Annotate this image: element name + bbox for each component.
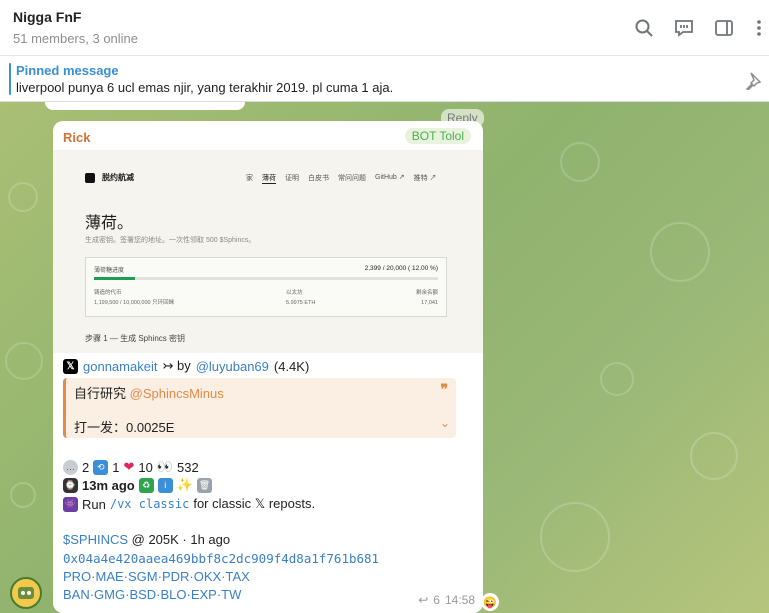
comment-count: 2 bbox=[82, 459, 90, 475]
quote-mention-link[interactable]: @SphincsMinus bbox=[130, 386, 224, 401]
sender-name[interactable]: Rick bbox=[63, 130, 90, 145]
site-step: 步骤 1 — 生成 Sphincs 密钥 bbox=[85, 334, 186, 343]
watch-icon: ⌚ bbox=[63, 477, 78, 493]
progress-label: 薄荷糖进度 bbox=[94, 268, 125, 274]
quote-text: 自行研究 bbox=[74, 386, 130, 401]
run-command[interactable]: /vx classic bbox=[110, 497, 189, 511]
doodle bbox=[560, 142, 600, 182]
unpin-icon[interactable] bbox=[743, 70, 763, 92]
sidebar-toggle-icon[interactable] bbox=[712, 16, 736, 40]
site-nav-item: 家 bbox=[246, 175, 253, 182]
doodle bbox=[8, 182, 38, 212]
tweet-by: ↣ by bbox=[162, 358, 191, 373]
progress-bar bbox=[94, 277, 438, 280]
sparkles-icon: ✨ bbox=[176, 477, 193, 492]
time-ago: 13m ago bbox=[82, 477, 135, 493]
like-count: 10 bbox=[138, 459, 153, 475]
quote-line-1: 自行研究 @SphincsMinus bbox=[74, 383, 224, 402]
message-meta: ↩ 6 14:58 bbox=[418, 593, 475, 607]
ticker-link[interactable]: $SPHINCS bbox=[63, 532, 128, 547]
eth-label: 以太坊 bbox=[286, 290, 303, 296]
site-brand: 脱约航减 bbox=[102, 173, 134, 182]
chat-header: Nigga FnF 51 members, 3 online bbox=[0, 0, 769, 56]
ticker-info: @ 205K · 1h ago bbox=[128, 532, 231, 547]
exchange-links-1[interactable]: PRO·MAE·SGM·PDR·OKX·TAX bbox=[63, 569, 250, 584]
remaining-label: 剩余名额 bbox=[415, 290, 438, 296]
site-nav-item: 薄荷 bbox=[262, 175, 276, 184]
pinned-text: liverpool punya 6 ucl emas njir, yang te… bbox=[16, 80, 394, 95]
quote-mark-icon: ❞ bbox=[440, 381, 448, 397]
repost-count: 1 bbox=[112, 459, 120, 475]
message-time: 14:58 bbox=[444, 593, 475, 607]
chat-title[interactable]: Nigga FnF bbox=[13, 9, 81, 25]
previous-message-bubble bbox=[45, 102, 245, 110]
message-bubble[interactable]: Rick BOT Tolol 脱约航减 家 薄荷 证明 白皮书 常问问题 Git… bbox=[53, 121, 483, 613]
doodle bbox=[10, 482, 36, 508]
mint-progress-card: 薄荷糖进度 2,399 / 20,000 ( 12.00 %) 铸造的代币 1,… bbox=[85, 257, 447, 317]
site-nav: 家 薄荷 证明 白皮书 常问问题 GitHub ↗ 推特 ↗ bbox=[246, 173, 437, 184]
x-logo-icon: 𝕏 bbox=[63, 358, 78, 374]
ticker-line: $SPHINCS @ 205K · 1h ago bbox=[63, 532, 230, 547]
reply-arrow-icon: ↩ bbox=[418, 593, 429, 607]
site-heading: 薄荷。 bbox=[85, 213, 134, 232]
eth-raised: 以太坊 5.9975 ETH bbox=[286, 288, 315, 308]
recycle-icon: ♻ bbox=[138, 477, 154, 493]
run-hint: 👾 Run /vx classic for classic 𝕏 reposts. bbox=[63, 496, 315, 512]
minted-tokens: 铸造的代币 1,199,500 / 10,000,000 只环回眯 bbox=[94, 288, 174, 308]
pinned-message-bar[interactable]: Pinned message liverpool punya 6 ucl ema… bbox=[0, 56, 769, 102]
bot-badge: BOT Tolol bbox=[404, 128, 471, 144]
remaining-slots: 剩余名额 17,041 bbox=[416, 288, 438, 308]
heart-icon: ❤ bbox=[123, 459, 135, 474]
tweet-user-link[interactable]: gonnamakeit bbox=[83, 359, 157, 374]
site-nav-item: 常问问题 bbox=[338, 175, 366, 182]
contract-address[interactable]: 0x04a4e420aaea469bbf8c2dc909f4d8a1f761b6… bbox=[63, 551, 379, 566]
site-subheading: 生成密钥。签署您的地址。一次性领取 500 $Sphincs。 bbox=[85, 237, 256, 244]
pinned-indicator bbox=[9, 63, 11, 95]
tweet-followers: (4.4K) bbox=[273, 358, 310, 374]
search-icon[interactable] bbox=[632, 16, 656, 40]
tweet-stats: … 2 ⟲ 1 ❤ 10 👀 532 bbox=[63, 459, 199, 475]
site-nav-item: GitHub ↗ bbox=[375, 174, 405, 181]
run-prefix: Run bbox=[82, 496, 106, 512]
minted-value: 1,199,500 / 10,000,000 只环回眯 bbox=[94, 300, 175, 306]
bot-face-icon bbox=[18, 587, 34, 599]
view-count: 532 bbox=[177, 459, 199, 475]
eth-value: 5.9975 ETH bbox=[286, 300, 316, 306]
reply-count[interactable]: 6 bbox=[433, 593, 440, 607]
info-icon: i bbox=[157, 477, 173, 493]
quote-line-2: 打一发：0.0025E bbox=[74, 420, 175, 435]
comment-icon: … bbox=[63, 459, 78, 475]
tweet-handle-link[interactable]: @luyuban69 bbox=[196, 359, 269, 374]
alien-monster-icon: 👾 bbox=[63, 496, 78, 512]
attached-screenshot[interactable]: 脱约航减 家 薄荷 证明 白皮书 常问问题 GitHub ↗ 推特 ↗ 薄荷。 … bbox=[53, 150, 483, 353]
tweet-source: 𝕏 gonnamakeit ↣ by @luyuban69 (4.4K) bbox=[63, 358, 309, 374]
comments-icon[interactable] bbox=[672, 16, 696, 40]
more-options-icon[interactable] bbox=[747, 16, 769, 40]
tweet-quote[interactable]: 自行研究 @SphincsMinus 打一发：0.0025E ❞ ⌄ bbox=[63, 378, 456, 438]
tweet-time-row: ⌚ 13m ago ♻ i ✨ 🗑 bbox=[63, 477, 212, 493]
site-nav-item: 推特 ↗ bbox=[413, 175, 437, 182]
avatar[interactable] bbox=[10, 577, 42, 609]
reaction-emoji-icon[interactable]: 😜 bbox=[481, 593, 499, 611]
run-suffix: for classic 𝕏 reposts. bbox=[193, 496, 316, 511]
exchange-links-2[interactable]: BAN·GMG·BSD·BLO·EXP·TW bbox=[63, 587, 241, 602]
repost-icon: ⟲ bbox=[93, 459, 109, 475]
progress-fill bbox=[94, 277, 136, 280]
doodle bbox=[690, 432, 738, 480]
expand-chevron-icon[interactable]: ⌄ bbox=[440, 416, 450, 430]
remaining-value: 17,041 bbox=[421, 300, 438, 306]
progress-value: 2,399 / 20,000 ( 12.00 %) bbox=[364, 265, 438, 272]
site-nav-item: 白皮书 bbox=[308, 175, 329, 182]
site-nav-item: 证明 bbox=[285, 175, 299, 182]
chat-member-count: 51 members, 3 online bbox=[13, 31, 139, 46]
minted-label: 铸造的代币 bbox=[94, 290, 122, 296]
site-logo-icon bbox=[85, 173, 95, 183]
doodle bbox=[650, 222, 710, 282]
eyes-icon: 👀 bbox=[156, 459, 174, 474]
trash-icon: 🗑 bbox=[196, 477, 212, 493]
doodle bbox=[540, 502, 610, 572]
doodle bbox=[5, 342, 43, 380]
doodle bbox=[600, 362, 634, 396]
pinned-title: Pinned message bbox=[16, 63, 119, 78]
